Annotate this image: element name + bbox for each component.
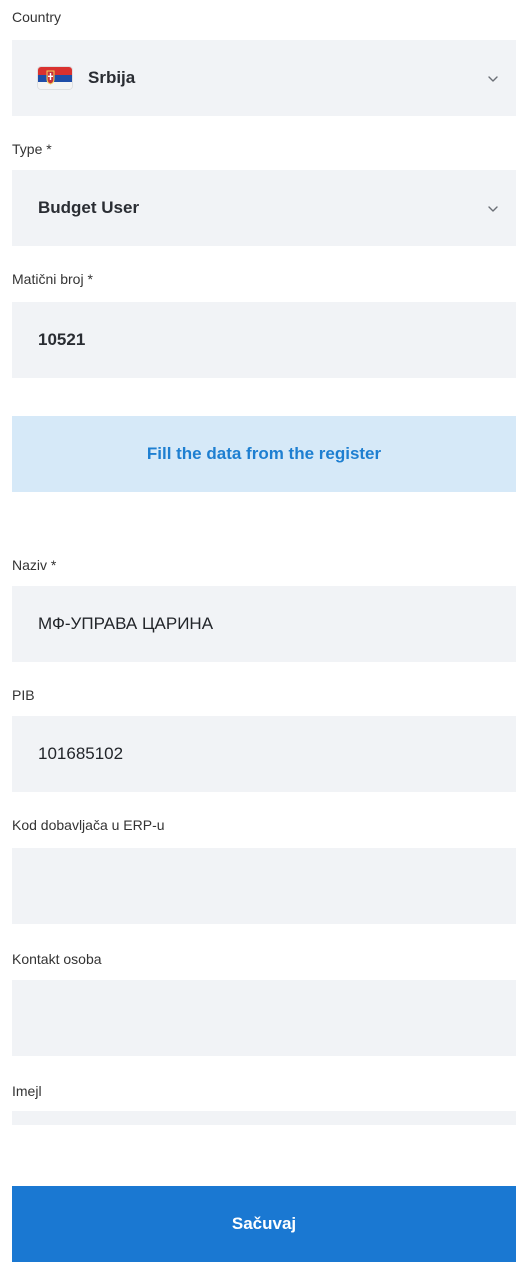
- naziv-label: Naziv *: [12, 557, 57, 573]
- kontakt-osoba-label: Kontakt osoba: [12, 951, 102, 967]
- serbia-flag-icon: [38, 67, 72, 89]
- country-value: Srbija: [88, 68, 136, 87]
- fill-from-register-label: Fill the data from the register: [146, 444, 382, 463]
- kod-dobavljaca-label: Kod dobavljača u ERP-u: [12, 817, 165, 833]
- save-button[interactable]: Sačuvaj: [12, 1186, 516, 1262]
- chevron-down-icon: [488, 206, 498, 212]
- save-button-label: Sačuvaj: [231, 1214, 297, 1233]
- imejl-input[interactable]: [12, 1111, 516, 1125]
- imejl-label: Imejl: [12, 1083, 42, 1099]
- naziv-input[interactable]: МФ-УПРАВА ЦАРИНА: [12, 586, 516, 662]
- maticni-broj-label: Matični broj *: [12, 271, 93, 287]
- type-label: Type *: [12, 141, 52, 157]
- maticni-broj-value: 10521: [38, 330, 86, 349]
- pib-input[interactable]: 101685102: [12, 716, 516, 792]
- naziv-value: МФ-УПРАВА ЦАРИНА: [38, 614, 214, 633]
- kontakt-osoba-input[interactable]: [12, 980, 516, 1056]
- type-value: Budget User: [38, 198, 140, 217]
- pib-value: 101685102: [38, 744, 124, 763]
- country-select[interactable]: Srbija: [12, 40, 516, 116]
- pib-label: PIB: [12, 687, 35, 703]
- fill-from-register-button[interactable]: Fill the data from the register: [12, 416, 516, 492]
- kod-dobavljaca-input[interactable]: [12, 848, 516, 924]
- type-select[interactable]: Budget User: [12, 170, 516, 246]
- maticni-broj-input[interactable]: 10521: [12, 302, 516, 378]
- country-label: Country: [12, 9, 62, 25]
- chevron-down-icon: [488, 76, 498, 82]
